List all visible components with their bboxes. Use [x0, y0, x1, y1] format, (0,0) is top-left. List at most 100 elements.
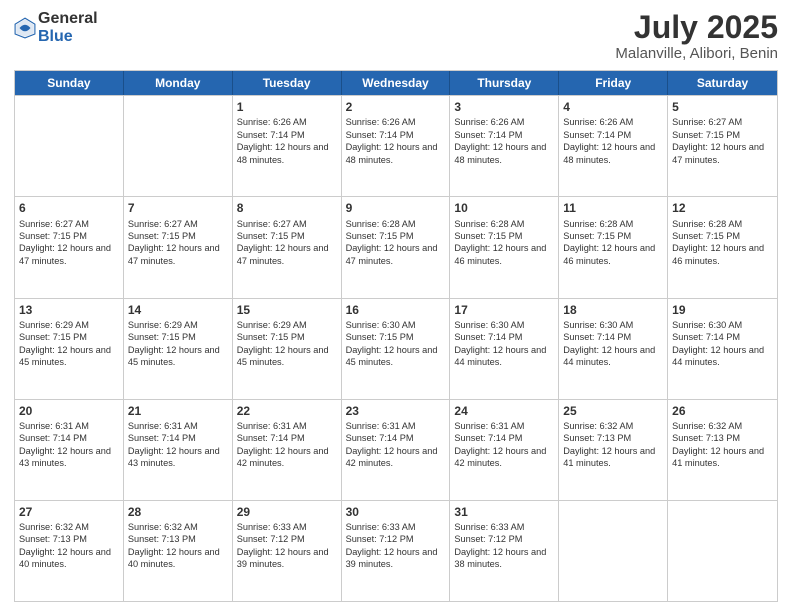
day-cell-20: 20Sunrise: 6:31 AM Sunset: 7:14 PM Dayli… [15, 400, 124, 500]
cell-info: Sunrise: 6:26 AM Sunset: 7:14 PM Dayligh… [454, 116, 554, 166]
header-day-saturday: Saturday [668, 71, 777, 95]
day-cell-29: 29Sunrise: 6:33 AM Sunset: 7:12 PM Dayli… [233, 501, 342, 601]
calendar-body: 1Sunrise: 6:26 AM Sunset: 7:14 PM Daylig… [15, 95, 777, 601]
week-5: 27Sunrise: 6:32 AM Sunset: 7:13 PM Dayli… [15, 500, 777, 601]
day-cell-11: 11 Sunrise: 6:28 AM Sunset: 7:15 PM Dayli… [559, 197, 668, 297]
day-number: 26 [672, 403, 773, 419]
cell-info: Sunrise: 6:32 AM Sunset: 7:13 PM Dayligh… [128, 521, 228, 571]
day-number: 12 [672, 200, 773, 216]
day-number: 17 [454, 302, 554, 318]
day-cell-26: 26Sunrise: 6:32 AM Sunset: 7:13 PM Dayli… [668, 400, 777, 500]
day-number: 8 [237, 200, 337, 216]
cell-info: Sunrise: 6:31 AM Sunset: 7:14 PM Dayligh… [346, 420, 446, 470]
header-day-monday: Monday [124, 71, 233, 95]
day-number: 30 [346, 504, 446, 520]
logo: General Blue [14, 10, 98, 46]
cell-info: Sunrise: 6:26 AM Sunset: 7:14 PM Dayligh… [346, 116, 446, 166]
cell-info: Sunrise: 6:27 AM Sunset: 7:15 PM Dayligh… [672, 116, 773, 166]
day-cell-5: 5Sunrise: 6:27 AM Sunset: 7:15 PM Daylig… [668, 96, 777, 196]
day-number: 1 [237, 99, 337, 115]
cell-info: Sunrise: 6:32 AM Sunset: 7:13 PM Dayligh… [563, 420, 663, 470]
day-number: 11 [563, 200, 663, 216]
calendar-subtitle: Malanville, Alibori, Benin [615, 45, 778, 62]
week-3: 13Sunrise: 6:29 AM Sunset: 7:15 PM Dayli… [15, 298, 777, 399]
day-cell-14: 14Sunrise: 6:29 AM Sunset: 7:15 PM Dayli… [124, 299, 233, 399]
day-number: 14 [128, 302, 228, 318]
day-cell-9: 9 Sunrise: 6:28 AM Sunset: 7:15 PM Daylig… [342, 197, 451, 297]
cell-info: Sunrise: 6:29 AM Sunset: 7:15 PM Dayligh… [19, 319, 119, 369]
cell-info: Sunrise: 6:28 AM Sunset: 7:15 PM Dayligh… [346, 218, 446, 268]
day-number: 6 [19, 200, 119, 216]
day-cell-24: 24Sunrise: 6:31 AM Sunset: 7:14 PM Dayli… [450, 400, 559, 500]
day-number: 18 [563, 302, 663, 318]
cell-info: Sunrise: 6:30 AM Sunset: 7:14 PM Dayligh… [672, 319, 773, 369]
day-number: 16 [346, 302, 446, 318]
day-number: 15 [237, 302, 337, 318]
header: General Blue July 2025 Malanville, Alibo… [14, 10, 778, 62]
cell-info: Sunrise: 6:30 AM Sunset: 7:15 PM Dayligh… [346, 319, 446, 369]
week-2: 6 Sunrise: 6:27 AM Sunset: 7:15 PM Daylig… [15, 196, 777, 297]
cell-info: Sunrise: 6:32 AM Sunset: 7:13 PM Dayligh… [672, 420, 773, 470]
cell-info: Sunrise: 6:29 AM Sunset: 7:15 PM Dayligh… [128, 319, 228, 369]
cell-info: Sunrise: 6:27 AM Sunset: 7:15 PM Dayligh… [19, 218, 119, 268]
empty-cell [124, 96, 233, 196]
cell-info: Sunrise: 6:31 AM Sunset: 7:14 PM Dayligh… [128, 420, 228, 470]
day-cell-2: 2Sunrise: 6:26 AM Sunset: 7:14 PM Daylig… [342, 96, 451, 196]
day-cell-31: 31Sunrise: 6:33 AM Sunset: 7:12 PM Dayli… [450, 501, 559, 601]
logo-icon [14, 17, 36, 39]
cell-info: Sunrise: 6:33 AM Sunset: 7:12 PM Dayligh… [237, 521, 337, 571]
day-number: 5 [672, 99, 773, 115]
header-day-friday: Friday [559, 71, 668, 95]
calendar-header-row: SundayMondayTuesdayWednesdayThursdayFrid… [15, 71, 777, 95]
calendar-title: July 2025 [615, 10, 778, 45]
day-cell-12: 12Sunrise: 6:28 AM Sunset: 7:15 PM Dayli… [668, 197, 777, 297]
day-cell-22: 22Sunrise: 6:31 AM Sunset: 7:14 PM Dayli… [233, 400, 342, 500]
day-number: 3 [454, 99, 554, 115]
day-number: 2 [346, 99, 446, 115]
cell-info: Sunrise: 6:32 AM Sunset: 7:13 PM Dayligh… [19, 521, 119, 571]
cell-info: Sunrise: 6:31 AM Sunset: 7:14 PM Dayligh… [19, 420, 119, 470]
day-number: 25 [563, 403, 663, 419]
header-day-sunday: Sunday [15, 71, 124, 95]
empty-cell [559, 501, 668, 601]
empty-cell [668, 501, 777, 601]
day-cell-3: 3Sunrise: 6:26 AM Sunset: 7:14 PM Daylig… [450, 96, 559, 196]
page: General Blue July 2025 Malanville, Alibo… [0, 0, 792, 612]
week-4: 20Sunrise: 6:31 AM Sunset: 7:14 PM Dayli… [15, 399, 777, 500]
calendar: SundayMondayTuesdayWednesdayThursdayFrid… [14, 70, 778, 602]
cell-info: Sunrise: 6:28 AM Sunset: 7:15 PM Dayligh… [454, 218, 554, 268]
cell-info: Sunrise: 6:27 AM Sunset: 7:15 PM Dayligh… [128, 218, 228, 268]
cell-info: Sunrise: 6:30 AM Sunset: 7:14 PM Dayligh… [454, 319, 554, 369]
header-day-tuesday: Tuesday [233, 71, 342, 95]
week-1: 1Sunrise: 6:26 AM Sunset: 7:14 PM Daylig… [15, 95, 777, 196]
day-number: 7 [128, 200, 228, 216]
day-number: 21 [128, 403, 228, 419]
cell-info: Sunrise: 6:31 AM Sunset: 7:14 PM Dayligh… [454, 420, 554, 470]
logo-text: General Blue [38, 10, 98, 46]
day-number: 9 [346, 200, 446, 216]
day-cell-15: 15Sunrise: 6:29 AM Sunset: 7:15 PM Dayli… [233, 299, 342, 399]
day-cell-8: 8 Sunrise: 6:27 AM Sunset: 7:15 PM Daylig… [233, 197, 342, 297]
cell-info: Sunrise: 6:28 AM Sunset: 7:15 PM Dayligh… [563, 218, 663, 268]
cell-info: Sunrise: 6:30 AM Sunset: 7:14 PM Dayligh… [563, 319, 663, 369]
day-cell-30: 30Sunrise: 6:33 AM Sunset: 7:12 PM Dayli… [342, 501, 451, 601]
day-cell-19: 19Sunrise: 6:30 AM Sunset: 7:14 PM Dayli… [668, 299, 777, 399]
day-number: 4 [563, 99, 663, 115]
day-cell-21: 21Sunrise: 6:31 AM Sunset: 7:14 PM Dayli… [124, 400, 233, 500]
day-cell-7: 7 Sunrise: 6:27 AM Sunset: 7:15 PM Daylig… [124, 197, 233, 297]
cell-info: Sunrise: 6:26 AM Sunset: 7:14 PM Dayligh… [237, 116, 337, 166]
cell-info: Sunrise: 6:27 AM Sunset: 7:15 PM Dayligh… [237, 218, 337, 268]
day-number: 22 [237, 403, 337, 419]
header-day-wednesday: Wednesday [342, 71, 451, 95]
day-cell-16: 16Sunrise: 6:30 AM Sunset: 7:15 PM Dayli… [342, 299, 451, 399]
day-number: 19 [672, 302, 773, 318]
day-number: 23 [346, 403, 446, 419]
header-day-thursday: Thursday [450, 71, 559, 95]
logo-blue: Blue [38, 28, 73, 45]
day-cell-4: 4Sunrise: 6:26 AM Sunset: 7:14 PM Daylig… [559, 96, 668, 196]
day-cell-10: 10Sunrise: 6:28 AM Sunset: 7:15 PM Dayli… [450, 197, 559, 297]
cell-info: Sunrise: 6:31 AM Sunset: 7:14 PM Dayligh… [237, 420, 337, 470]
day-number: 20 [19, 403, 119, 419]
empty-cell [15, 96, 124, 196]
day-number: 31 [454, 504, 554, 520]
